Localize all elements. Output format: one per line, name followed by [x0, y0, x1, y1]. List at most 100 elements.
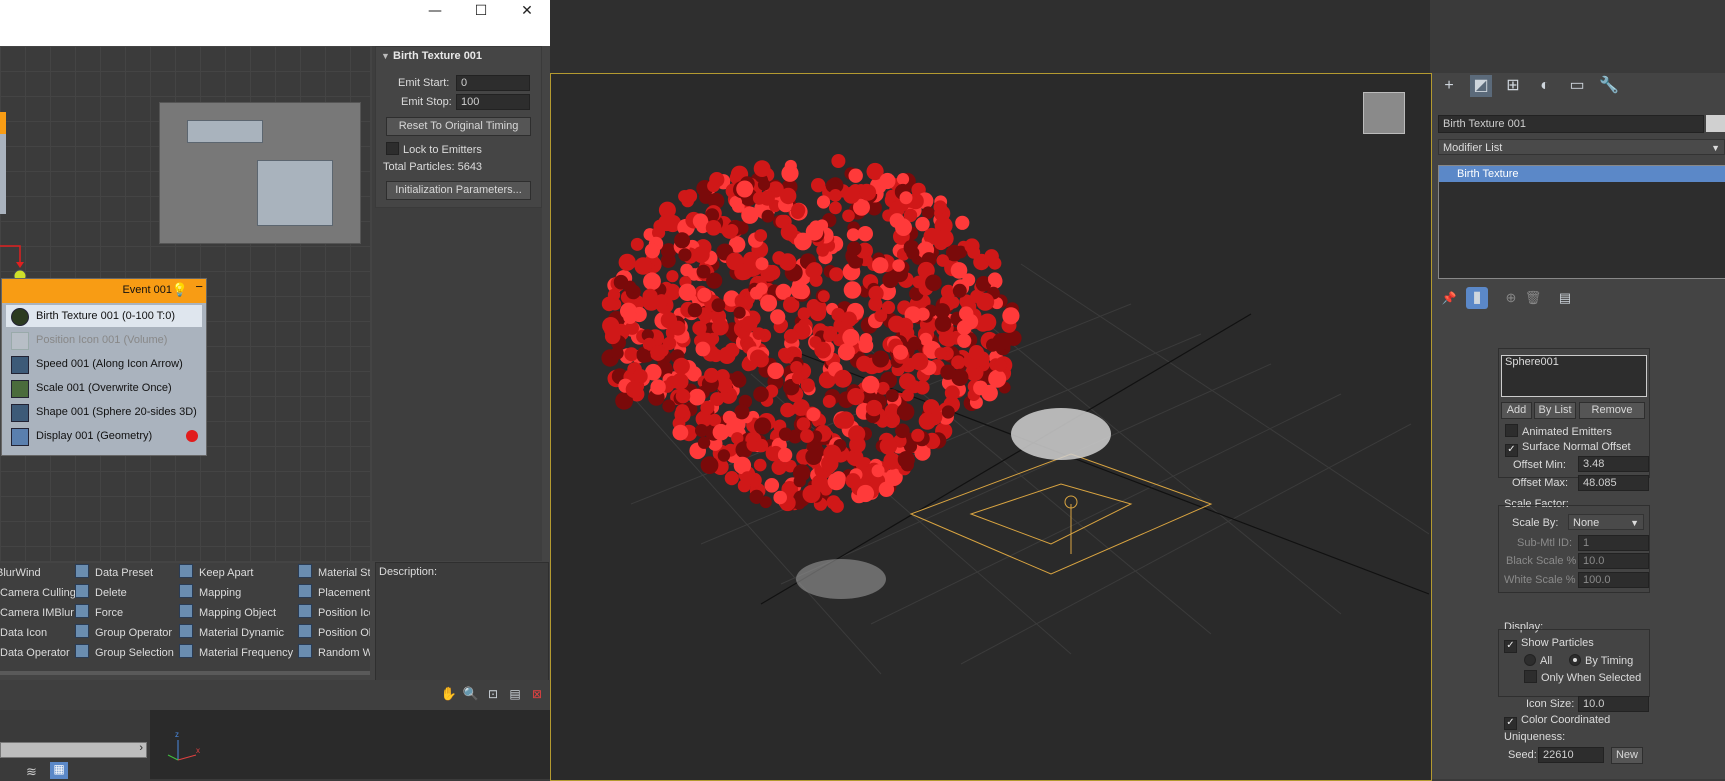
no-zoom-icon[interactable]: ⊠	[526, 683, 548, 705]
operator-row[interactable]: Birth Texture 001 (0-100 T:0)	[6, 305, 202, 327]
depot-item[interactable]: Data Preset	[75, 563, 175, 583]
layers-icon[interactable]: ≋	[26, 764, 37, 780]
navigator-preview[interactable]	[159, 102, 361, 244]
lock-to-emitters-checkbox[interactable]: Lock to Emitters	[386, 142, 482, 156]
depot-item[interactable]: Position Ob	[298, 623, 370, 643]
event-node[interactable]: Event 001 💡 − Birth Texture 001 (0-100 T…	[1, 278, 207, 456]
depot-item[interactable]: Keep Apart	[179, 563, 294, 583]
zoom-extents-icon[interactable]: ▤	[504, 683, 526, 705]
depot-item[interactable]: Material Dynamic	[179, 623, 294, 643]
emitter-list-item[interactable]: Sphere001	[1502, 356, 1559, 368]
remove-button[interactable]: Remove	[1579, 402, 1645, 419]
close-button[interactable]: ✕	[504, 0, 550, 22]
new-seed-button[interactable]: New	[1611, 747, 1643, 764]
depot-item[interactable]: Camera IMBlur	[0, 603, 74, 623]
object-color-swatch[interactable]	[1706, 115, 1725, 132]
utilities-icon[interactable]: 🔧	[1598, 75, 1620, 97]
stack-item[interactable]: Birth Texture	[1439, 166, 1725, 182]
modifier-list-dropdown[interactable]: Modifier List ▼	[1438, 139, 1725, 155]
viewcube-icon[interactable]	[1363, 92, 1405, 134]
sub-mtl-spinner[interactable]: 1	[1578, 535, 1649, 551]
only-when-selected-checkbox[interactable]: Only When Selected	[1524, 670, 1641, 684]
offset-max-spinner[interactable]: 48.085	[1578, 475, 1649, 491]
perspective-viewport[interactable]	[550, 73, 1432, 781]
depot-item[interactable]: Delete	[75, 583, 175, 603]
all-radio[interactable]: All	[1524, 654, 1552, 667]
black-scale-spinner[interactable]: 10.0	[1578, 553, 1649, 569]
delete-icon[interactable]: 🗑	[1522, 287, 1544, 309]
operator-row[interactable]: Scale 001 (Overwrite Once)	[6, 377, 202, 399]
minimize-button[interactable]: —	[412, 0, 458, 22]
particle	[843, 281, 862, 299]
particle-cloud[interactable]	[601, 154, 1022, 513]
depot-item[interactable]: Mapping	[179, 583, 294, 603]
show-end-result-icon[interactable]: ▮	[1466, 287, 1488, 309]
light-bulb-icon[interactable]: 💡	[172, 282, 188, 298]
motion-icon[interactable]: ◐	[1534, 75, 1556, 97]
depot-item[interactable]: Random W	[298, 643, 370, 663]
placement-icon	[298, 584, 312, 598]
particle-graph-canvas[interactable]: Event 001 💡 − Birth Texture 001 (0-100 T…	[0, 46, 370, 561]
emit-start-spinner[interactable]: 0	[456, 75, 530, 91]
depot-scrollbar[interactable]	[0, 671, 370, 675]
white-scale-spinner[interactable]: 100.0	[1578, 572, 1649, 588]
window-titlebar: — ☐ ✕	[0, 0, 550, 46]
emit-stop-spinner[interactable]: 100	[456, 94, 530, 110]
depot-item[interactable]: Mapping Object	[179, 603, 294, 623]
minimize-node-icon[interactable]: −	[195, 279, 203, 294]
by-list-button[interactable]: By List	[1534, 402, 1576, 419]
seed-spinner[interactable]: 22610	[1538, 747, 1604, 763]
depot-item[interactable]: Material Frequency	[179, 643, 294, 663]
object-name-field[interactable]: Birth Texture 001	[1438, 115, 1704, 133]
depot-item[interactable]: Placement	[298, 583, 370, 603]
depot-item[interactable]: Data Operator	[0, 643, 74, 663]
hierarchy-icon[interactable]: ⊞	[1502, 75, 1524, 97]
color-coordinated-checkbox[interactable]: ✓ Color Coordinated	[1504, 714, 1610, 730]
initialization-parameters-button[interactable]: Initialization Parameters...	[386, 181, 531, 200]
icon-size-spinner[interactable]: 10.0	[1578, 696, 1649, 712]
scale-by-dropdown[interactable]: None ▼	[1568, 514, 1644, 530]
hand-pan-icon[interactable]: ✋	[438, 683, 460, 705]
surface-normal-offset-checkbox[interactable]: ✓ Surface Normal Offset	[1505, 441, 1631, 457]
timeline-area: › ≋ ▦	[0, 710, 150, 779]
particle	[675, 388, 691, 404]
chevron-right-icon[interactable]: ›	[139, 742, 143, 754]
modifier-stack[interactable]: Birth Texture	[1438, 165, 1725, 279]
event-header[interactable]: Event 001 💡 −	[2, 279, 206, 303]
display-color-swatch[interactable]	[186, 430, 198, 442]
plus-icon[interactable]: +	[1438, 75, 1460, 97]
particle	[794, 283, 810, 300]
operator-row[interactable]: Shape 001 (Sphere 20-sides 3D)	[6, 401, 202, 423]
offset-min-spinner[interactable]: 3.48	[1578, 456, 1649, 472]
depot-item[interactable]: Position Ico	[298, 603, 370, 623]
by-timing-radio[interactable]: By Timing	[1569, 654, 1633, 667]
depot-item[interactable]: Data Icon	[0, 623, 74, 643]
depot-item[interactable]: Group Operator	[75, 623, 175, 643]
operator-row[interactable]: Display 001 (Geometry)	[6, 425, 202, 447]
time-slider[interactable]: ›	[0, 742, 147, 758]
rollout-title[interactable]: Birth Texture 001	[393, 50, 482, 62]
zoom-region-icon[interactable]: ⊡	[482, 683, 504, 705]
rollout-collapse-icon[interactable]: ▼	[381, 51, 390, 61]
emitter-list[interactable]: Sphere001	[1501, 355, 1647, 397]
depot-item[interactable]: BlurWind	[0, 563, 74, 583]
operator-row[interactable]: Speed 001 (Along Icon Arrow)	[6, 353, 202, 375]
depot-item[interactable]: Material St	[298, 563, 370, 583]
depot-item[interactable]: Group Selection	[75, 643, 175, 663]
add-button[interactable]: Add	[1501, 402, 1532, 419]
operator-row[interactable]: Position Icon 001 (Volume)	[6, 329, 202, 351]
reset-timing-button[interactable]: Reset To Original Timing	[386, 117, 531, 136]
scene-explorer-icon[interactable]: ▦	[50, 762, 68, 779]
configure-sets-icon[interactable]: ▤	[1554, 287, 1576, 309]
animated-emitters-checkbox[interactable]: Animated Emitters	[1505, 424, 1612, 438]
zoom-icon[interactable]: 🔍	[460, 683, 482, 705]
maximize-button[interactable]: ☐	[458, 0, 504, 22]
display-icon[interactable]: ▭	[1566, 75, 1588, 97]
emitter-icon[interactable]	[909, 453, 1213, 575]
make-unique-icon[interactable]: ⊕	[1500, 287, 1522, 309]
modify-icon[interactable]: ◩	[1470, 75, 1492, 97]
show-particles-checkbox[interactable]: ✓ Show Particles	[1504, 637, 1594, 653]
pin-icon[interactable]: 📌	[1438, 287, 1460, 309]
depot-item[interactable]: Camera Culling	[0, 583, 76, 603]
depot-item[interactable]: Force	[75, 603, 175, 623]
